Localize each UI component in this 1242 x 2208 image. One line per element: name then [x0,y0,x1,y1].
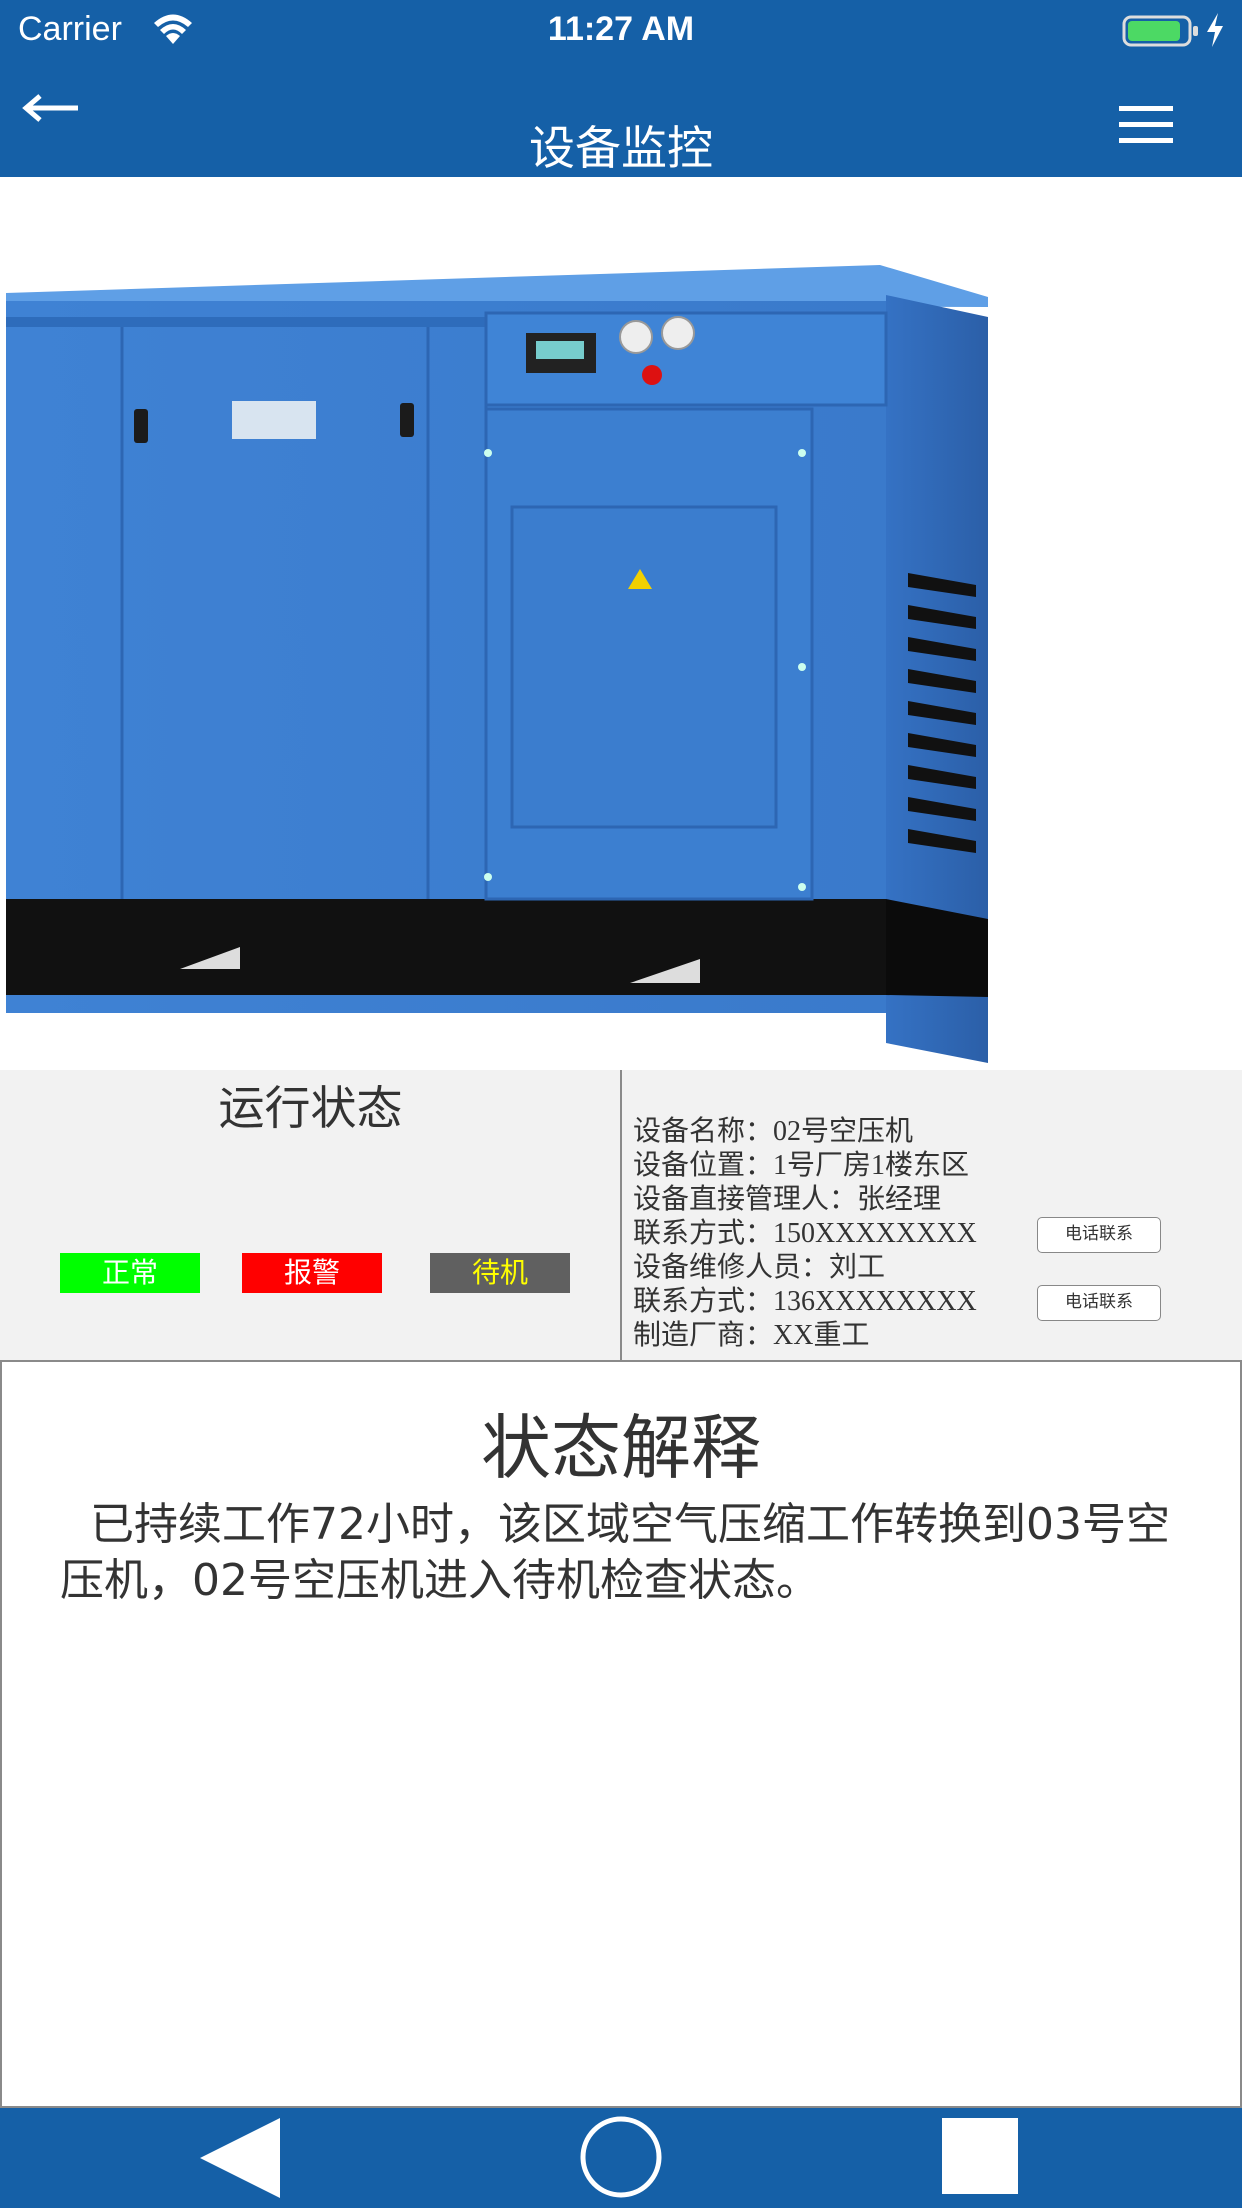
device-name-row: 设备名称：02号空压机 [633,1116,914,1147]
device-location-row: 设备位置：1号厂房1楼东区 [633,1150,970,1181]
menu-button[interactable] [1116,104,1176,148]
product-image [0,177,1242,1070]
run-status-section: 运行状态 正常 报警 待机 [0,1070,621,1360]
app-header: Carrier 11:27 AM 设备监控 [0,0,1242,177]
repair-staff-row: 设备维修人员：刘工 [633,1252,886,1283]
run-status-title: 运行状态 [218,1081,403,1135]
status-bar: Carrier 11:27 AM [0,0,1242,60]
circle-home-icon[interactable] [578,2114,664,2200]
device-info: 设备名称：02号空压机 设备位置：1号厂房1楼东区 设备直接管理人：张经理 联系… [633,1115,1233,1353]
explanation-title: 状态解释 [481,1407,761,1489]
air-compressor-image [6,265,988,1063]
call-manager-button[interactable]: 电话联系 [1037,1217,1161,1253]
page-title: 设备监控 [529,121,713,175]
manager-contact-row: 联系方式：150XXXXXXXX 电话联系 [633,1217,1233,1253]
status-explanation: 状态解释 已持续工作72小时，该区域空气压缩工作转换到03号空压机，02号空压机… [0,1360,1242,2108]
square-recents-icon[interactable] [940,2116,1020,2196]
triangle-back-icon[interactable] [196,2116,286,2202]
hamburger-menu-icon [1119,106,1173,111]
status-alarm-indicator: 报警 [242,1253,382,1293]
charging-bolt-icon [1207,13,1223,47]
status-info-panel: 运行状态 正常 报警 待机 设备名称：02号空压机 设备位置：1号厂房1楼东区 … [0,1070,1242,1360]
clock: 11:27 AM [547,10,695,48]
device-manager-row: 设备直接管理人：张经理 [633,1184,942,1215]
status-standby-indicator: 待机 [430,1253,570,1293]
repair-contact-row: 联系方式：136XXXXXXXX 电话联系 [633,1285,1233,1321]
system-nav-bar [0,2108,1242,2208]
battery-icon [1122,15,1198,47]
manufacturer-row: 制造厂商：XX重工 [633,1320,870,1351]
status-normal-indicator: 正常 [60,1253,200,1293]
explanation-text: 已持续工作72小时，该区域空气压缩工作转换到03号空压机，02号空压机进入待机检… [60,1499,1170,1606]
call-repair-button[interactable]: 电话联系 [1037,1285,1161,1321]
panel-divider [620,1070,622,1360]
